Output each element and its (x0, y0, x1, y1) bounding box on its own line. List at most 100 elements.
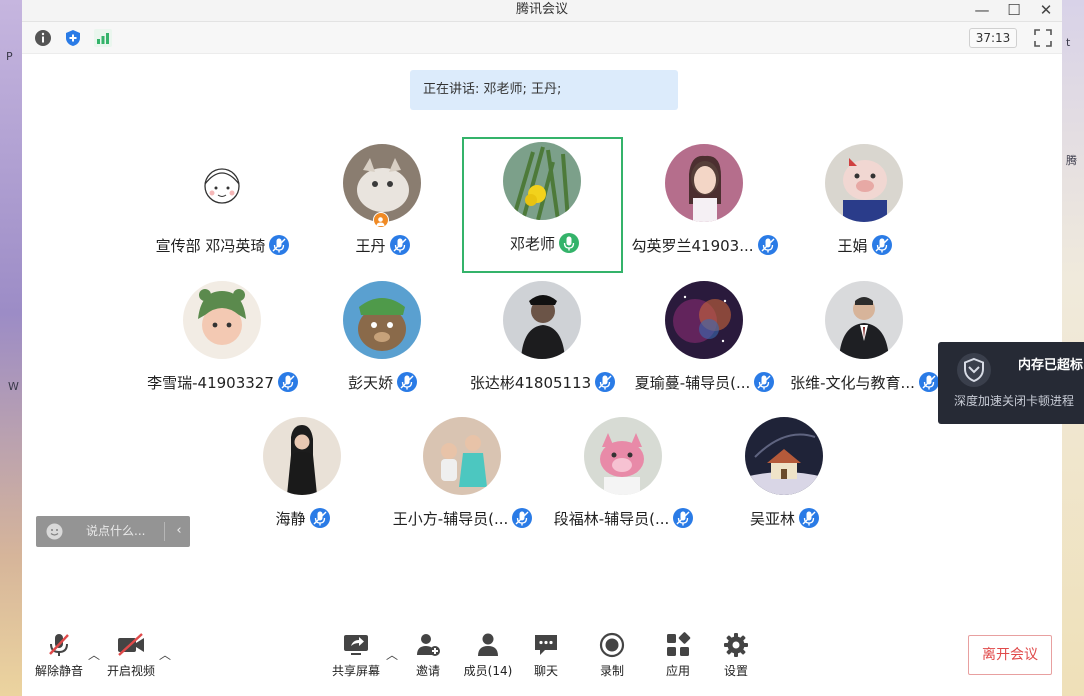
participant-name: 段福林-辅导员(... (553, 509, 670, 528)
avatar (183, 281, 261, 359)
desktop-background-left: P W (0, 0, 22, 696)
avatar (825, 144, 903, 222)
participant-name: 勾英罗兰41903... (631, 236, 754, 255)
avatar (263, 417, 341, 495)
security-shield-icon[interactable] (64, 29, 82, 47)
mic-muted-icon (397, 372, 417, 392)
participant-tile[interactable]: 张维-文化与教育... (784, 276, 945, 412)
cartoon-girl-icon (183, 144, 261, 222)
avatar (825, 281, 903, 359)
shield-check-icon (957, 353, 991, 387)
apps-icon (667, 632, 691, 656)
desktop-icon-label: W (8, 380, 19, 393)
invite-user-icon (417, 634, 440, 656)
share-screen-icon (344, 635, 368, 655)
mic-muted-icon (309, 508, 330, 528)
invite-button[interactable]: 邀请 (406, 630, 450, 680)
participant-name: 彭天娇 (347, 373, 393, 392)
desktop-icon-label: t (1066, 36, 1071, 49)
title-bar: 腾讯会议 — ☐ ✕ (22, 0, 1062, 22)
participant-name-row: 王娟 (744, 233, 985, 257)
avatar (183, 144, 261, 222)
emoji-icon[interactable] (46, 523, 63, 540)
avatar (503, 281, 581, 359)
share-options-chevron-icon[interactable]: ︿ (386, 646, 398, 663)
audio-options-chevron-icon[interactable]: ︿ (88, 646, 100, 663)
chat-input-box[interactable]: 说点什么... ‹ (36, 516, 190, 547)
man-suit-photo (825, 281, 903, 359)
settings-button[interactable]: 设置 (714, 630, 758, 680)
apps-label: 应用 (665, 664, 690, 678)
avatar (745, 417, 823, 495)
members-label: 成员(14) (463, 664, 513, 678)
maximize-button[interactable]: ☐ (998, 0, 1030, 22)
participant-name: 王小方-辅导员(... (392, 509, 509, 528)
members-icon (478, 633, 498, 656)
participant-name: 夏瑜蔓-辅导员(... (634, 373, 751, 392)
mic-muted-icon (871, 235, 892, 255)
meeting-window: 腾讯会议 — ☐ ✕ 37:13 正在讲话: 邓老师; 王丹; 说点什么... … (22, 0, 1062, 696)
camera-off-icon (118, 633, 144, 656)
cartoon-bear-photo (343, 281, 421, 359)
minimize-button[interactable]: — (966, 0, 998, 22)
desktop-icon-label: P (6, 50, 13, 63)
participant-name: 宣传部 邓冯英琦 (155, 236, 266, 255)
mic-muted-icon (918, 372, 939, 392)
avatar (343, 281, 421, 359)
network-signal-icon[interactable] (94, 29, 112, 47)
chat-label: 聊天 (533, 664, 558, 678)
house-night-photo (745, 417, 823, 495)
info-icon[interactable] (34, 29, 52, 47)
participant-name: 张达彬41805113 (469, 373, 592, 392)
girl-photo (665, 144, 743, 222)
window-title: 腾讯会议 (515, 2, 568, 17)
cat-photo (343, 144, 421, 222)
members-button[interactable]: 成员(14) (460, 630, 516, 680)
desktop-icon-label: 腾 (1066, 154, 1077, 167)
memory-alert-popup[interactable]: 内存已超标 深度加速关闭卡顿进程 (938, 342, 1084, 424)
man-photo (503, 281, 581, 359)
speaking-indicator: 正在讲话: 邓老师; 王丹; (410, 70, 678, 110)
child-green-hat-photo (183, 281, 261, 359)
pink-pig-photo (584, 417, 662, 495)
invite-label: 邀请 (415, 664, 440, 678)
fullscreen-icon[interactable] (1033, 28, 1053, 48)
host-badge-icon (373, 212, 389, 228)
mic-speaking-icon (559, 233, 579, 253)
unmute-button[interactable]: 解除静音 (30, 630, 88, 680)
unmute-label: 解除静音 (34, 664, 83, 678)
pig-toy-photo (825, 144, 903, 222)
participant-name: 王丹 (355, 236, 386, 255)
avatar (503, 142, 581, 220)
gear-icon (724, 633, 748, 657)
share-screen-label: 共享屏幕 (331, 664, 380, 678)
close-button[interactable]: ✕ (1030, 0, 1062, 22)
record-button[interactable]: 录制 (590, 630, 634, 680)
woman-photo (263, 417, 341, 495)
start-video-button[interactable]: 开启视频 (102, 630, 160, 680)
participant-name: 张维-文化与教育... (790, 373, 915, 392)
start-video-label: 开启视频 (106, 664, 155, 678)
settings-label: 设置 (723, 664, 748, 678)
participant-tile[interactable]: 吴亚林 (704, 412, 865, 548)
avatar (584, 417, 662, 495)
participant-name: 海静 (275, 509, 306, 528)
share-screen-button[interactable]: 共享屏幕 (328, 630, 384, 680)
record-label: 录制 (599, 664, 624, 678)
record-icon (599, 632, 625, 658)
chat-icon (535, 635, 557, 655)
leave-meeting-button[interactable]: 离开会议 (968, 635, 1052, 675)
participant-tile[interactable]: 王娟 (784, 139, 945, 275)
video-options-chevron-icon[interactable]: ︿ (159, 646, 171, 663)
avatar (423, 417, 501, 495)
participant-name: 邓老师 (509, 234, 555, 253)
chat-button[interactable]: 聊天 (524, 630, 568, 680)
participant-name: 李雪瑞-41903327 (147, 373, 274, 392)
flower-photo (503, 142, 581, 220)
mic-muted-icon (799, 508, 819, 528)
chat-placeholder: 说点什么... (86, 524, 146, 538)
apps-button[interactable]: 应用 (656, 630, 700, 680)
mic-off-icon (49, 634, 69, 656)
mic-muted-icon (389, 235, 410, 255)
avatar (665, 144, 743, 222)
